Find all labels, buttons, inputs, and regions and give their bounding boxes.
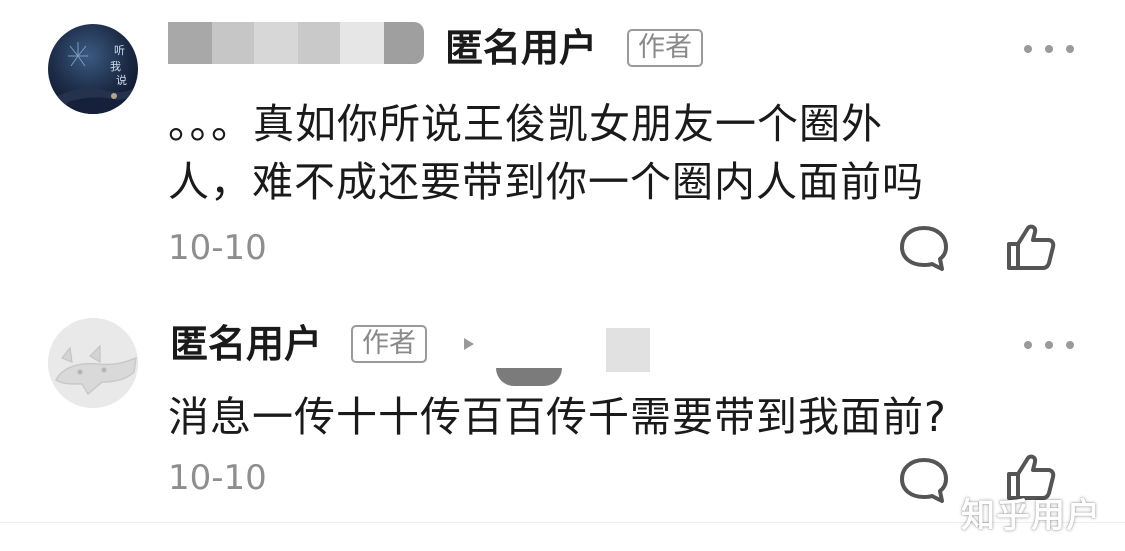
redacted-reply-target bbox=[606, 328, 650, 372]
username[interactable]: 匿名用户 bbox=[445, 26, 597, 70]
avatar[interactable] bbox=[48, 318, 138, 408]
comment-item: 听 我 说 匿名用户 作者 。。。真如你所说王俊凯女朋友一个圈外 人，难不成还要… bbox=[0, 0, 1125, 290]
svg-text:我: 我 bbox=[110, 60, 121, 73]
comment-text: 。。。真如你所说王俊凯女朋友一个圈外 人，难不成还要带到你一个圈内人面前吗 bbox=[168, 95, 924, 211]
svg-text:听: 听 bbox=[114, 44, 125, 57]
comment-date: 10-10 bbox=[168, 228, 267, 268]
author-badge: 作者 bbox=[351, 325, 427, 363]
more-dots-icon[interactable] bbox=[1024, 335, 1074, 355]
redacted-username bbox=[168, 22, 424, 64]
comment-date: 10-10 bbox=[168, 458, 267, 498]
default-avatar-icon bbox=[48, 318, 138, 408]
comment-text: 消息一传十十传百百传千需要带到我面前? bbox=[168, 393, 947, 441]
thumbs-up-icon[interactable] bbox=[1004, 222, 1058, 276]
avatar-image: 听 我 说 bbox=[48, 24, 138, 114]
more-dots-icon[interactable] bbox=[1024, 39, 1074, 59]
comment-bubble-icon[interactable] bbox=[898, 456, 950, 508]
redacted-reply-target bbox=[496, 368, 562, 386]
username[interactable]: 匿名用户 bbox=[170, 322, 322, 366]
watermark: 知乎用户 bbox=[961, 496, 1101, 536]
svg-text:说: 说 bbox=[116, 73, 127, 87]
divider bbox=[0, 522, 1125, 523]
comment-text-line: 。。。真如你所说王俊凯女朋友一个圈外 bbox=[168, 100, 883, 148]
comment-item: 匿名用户 作者 消息一传十十传百百传千需要带到我面前? 10-10 bbox=[0, 300, 1125, 540]
comment-text-line: 人，难不成还要带到你一个圈内人面前吗 bbox=[168, 158, 924, 206]
avatar[interactable]: 听 我 说 bbox=[48, 24, 138, 114]
comment-bubble-icon[interactable] bbox=[898, 224, 950, 276]
triangle-right-icon bbox=[462, 336, 476, 356]
author-badge: 作者 bbox=[627, 29, 703, 67]
